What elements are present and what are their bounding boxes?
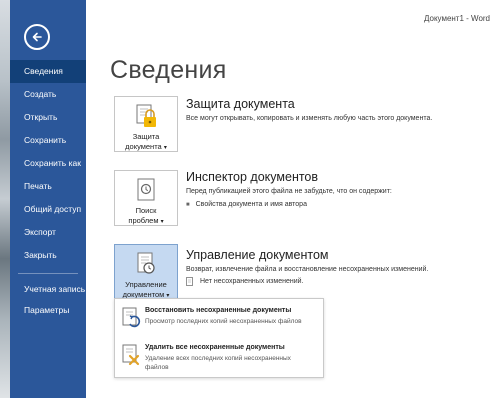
recover-title: Восстановить несохраненные документы (145, 307, 292, 314)
protect-description: Все могут открывать, копировать и изменя… (186, 115, 433, 122)
manage-document-button[interactable]: Управление документом ▾ (114, 244, 178, 300)
inspect-heading: Инспектор документов (186, 170, 319, 184)
manage-button-label-1: Управление (125, 280, 167, 289)
lock-document-icon (136, 104, 156, 127)
nav-item-share[interactable]: Общий доступ (10, 198, 86, 221)
manage-status: Нет несохраненных изменений. (186, 277, 304, 286)
bullet-icon: ■ (186, 201, 190, 208)
manage-document-menu: Восстановить несохраненные документы Про… (114, 298, 324, 378)
delete-description: Удаление всех последних копий несохранен… (145, 355, 291, 371)
manage-document-icon (137, 252, 155, 274)
desktop-background-strip (0, 0, 10, 398)
backstage-main: Документ1 - Word Сведения Защита документ… (86, 0, 500, 398)
window-title: Документ1 - Word (423, 14, 490, 23)
nav-item-options[interactable]: Параметры (10, 299, 86, 322)
nav-item-account[interactable]: Учетная запись (10, 280, 86, 299)
nav-item-close[interactable]: Закрыть (10, 244, 86, 267)
protect-button-label-1: Защита (132, 132, 160, 141)
nav-divider (18, 273, 78, 274)
chevron-down-icon: ▾ (160, 219, 164, 225)
check-for-issues-button[interactable]: Поиск проблем ▾ (114, 170, 178, 226)
inspect-bullet-text: Свойства документа и имя автора (195, 201, 307, 208)
inspect-bullet: ■ Свойства документа и имя автора (186, 201, 307, 208)
recover-document-icon (122, 307, 141, 328)
recover-unsaved-documents[interactable]: Восстановить несохраненные документы Про… (115, 302, 323, 338)
nav-item-export[interactable]: Экспорт (10, 221, 86, 244)
inspect-button-label-1: Поиск (135, 206, 157, 215)
nav-item-new[interactable]: Создать (10, 83, 86, 106)
manage-heading: Управление документом (186, 248, 329, 262)
delete-unsaved-documents[interactable]: Удалить все несохраненные документы Удал… (115, 339, 323, 375)
backstage-sidebar: Сведения Создать Открыть Сохранить Сохра… (10, 0, 86, 398)
back-button[interactable] (24, 24, 50, 50)
backstage-nav: Сведения Создать Открыть Сохранить Сохра… (10, 60, 86, 322)
manage-status-text: Нет несохраненных изменений. (200, 278, 304, 285)
manage-description: Возврат, извлечение файла и восстановлен… (186, 266, 429, 273)
page-title: Сведения (110, 56, 227, 84)
nav-item-save[interactable]: Сохранить (10, 129, 86, 152)
inspect-button-label-2: проблем (128, 216, 159, 225)
recover-description: Просмотр последних копий несохраненных ф… (145, 318, 302, 325)
protect-heading: Защита документа (186, 97, 295, 111)
no-changes-icon (186, 277, 193, 286)
chevron-down-icon: ▾ (163, 145, 167, 151)
nav-item-info[interactable]: Сведения (10, 60, 86, 83)
inspect-document-icon (137, 178, 155, 201)
protect-button-label-2: документа (125, 142, 162, 151)
nav-item-open[interactable]: Открыть (10, 106, 86, 129)
nav-item-save-as[interactable]: Сохранить как (10, 152, 86, 175)
delete-document-icon (122, 344, 140, 366)
back-arrow-icon (32, 32, 42, 42)
delete-title: Удалить все несохраненные документы (145, 344, 285, 351)
inspect-description: Перед публикацией этого файла не забудьт… (186, 188, 392, 195)
nav-item-print[interactable]: Печать (10, 175, 86, 198)
protect-document-button[interactable]: Защита документа ▾ (114, 96, 178, 152)
